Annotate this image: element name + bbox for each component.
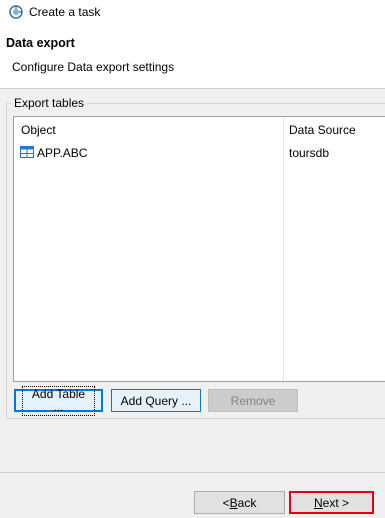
cell-data-source: toursdb [289, 146, 330, 160]
export-tables-label: Export tables [11, 96, 88, 110]
back-label-rest: ack [237, 495, 257, 510]
next-button[interactable]: Next > [289, 491, 374, 514]
wizard-header: Data export Configure Data export settin… [0, 24, 385, 89]
cell-object: APP.ABC [37, 146, 88, 160]
column-header-object[interactable]: Object [21, 123, 56, 137]
table-row[interactable]: APP.ABC toursdb [14, 143, 385, 163]
table-icon [20, 146, 34, 158]
footer-divider [0, 472, 385, 473]
add-table-label: Add Table ... [22, 385, 95, 416]
back-prefix: < [222, 495, 230, 510]
next-label-rest: ext > [322, 495, 350, 510]
page-description: Configure Data export settings [12, 60, 175, 74]
task-wizard-icon [9, 5, 23, 19]
title-bar: Create a task [0, 0, 385, 24]
back-button[interactable]: < Back [194, 491, 285, 514]
next-mnemonic: N [313, 495, 323, 510]
remove-button[interactable]: Remove [208, 389, 298, 412]
add-query-button[interactable]: Add Query ... [111, 389, 201, 412]
back-mnemonic: B [229, 495, 238, 510]
export-tables-list[interactable]: Object Data Source APP.ABC toursdb [13, 116, 385, 382]
add-table-button[interactable]: Add Table ... [14, 385, 103, 416]
page-title: Data export [6, 36, 75, 50]
window-title: Create a task [29, 5, 101, 19]
column-header-data-source[interactable]: Data Source [289, 123, 356, 137]
